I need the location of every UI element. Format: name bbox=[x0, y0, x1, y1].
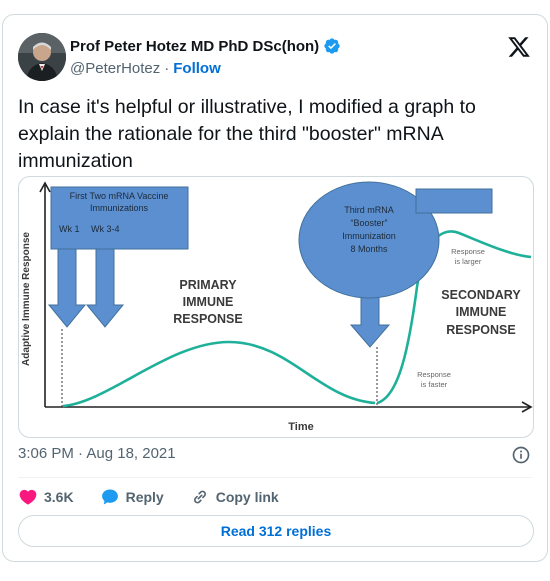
box1-wk1-label: Wk 1 bbox=[59, 224, 80, 234]
info-icon[interactable] bbox=[511, 445, 531, 465]
larger-note-line1: Response bbox=[451, 247, 485, 256]
secondary-label-line2: IMMUNE bbox=[456, 305, 507, 319]
primary-response-curve bbox=[62, 340, 376, 408]
like-button[interactable]: 3.6K bbox=[18, 487, 74, 507]
tweet-timestamp[interactable]: 3:06 PM · Aug 18, 2021 bbox=[18, 445, 176, 462]
reply-button[interactable]: Reply bbox=[100, 487, 164, 507]
circle-line3: Immunization bbox=[342, 231, 396, 241]
tweet-card: Prof Peter Hotez MD PhD DSc(hon) @PeterH… bbox=[2, 14, 548, 562]
faster-note-line2: is faster bbox=[421, 380, 448, 389]
circle-line1: Third mRNA bbox=[344, 205, 394, 215]
handle-separator: · bbox=[164, 60, 170, 77]
secondary-label-line1: SECONDARY bbox=[441, 288, 521, 302]
author-handle[interactable]: @PeterHotez bbox=[70, 60, 160, 77]
x-axis-label: Time bbox=[288, 421, 313, 433]
avatar-image bbox=[18, 33, 66, 81]
y-axis-label: Adaptive Immune Response bbox=[21, 232, 32, 366]
author-avatar[interactable] bbox=[18, 33, 66, 81]
tweet-text: In case it's helpful or illustrative, I … bbox=[18, 96, 476, 172]
box1-line1: First Two mRNA Vaccine bbox=[70, 191, 169, 201]
reply-bubble-icon bbox=[101, 489, 118, 505]
author-handle-row: @PeterHotez · Follow bbox=[70, 60, 221, 77]
circle-line4: 8 Months bbox=[350, 244, 388, 254]
box1-wk2-label: Wk 3-4 bbox=[91, 224, 120, 234]
primary-label-line2: IMMUNE bbox=[183, 295, 234, 309]
verified-badge-icon bbox=[324, 38, 340, 54]
author-name[interactable]: Prof Peter Hotez MD PhD DSc(hon) bbox=[70, 38, 319, 55]
box1-line2: Immunizations bbox=[90, 203, 149, 213]
read-replies-button[interactable]: Read 312 replies bbox=[18, 515, 534, 547]
larger-note-line2: is larger bbox=[455, 257, 482, 266]
tweet-media-graph[interactable]: Adaptive Immune Response Time First Two … bbox=[18, 176, 534, 438]
reply-label: Reply bbox=[125, 489, 164, 505]
primary-label-line1: PRIMARY bbox=[179, 278, 237, 292]
action-divider bbox=[18, 477, 532, 478]
heart-icon bbox=[19, 489, 37, 505]
immune-response-graph: Adaptive Immune Response Time First Two … bbox=[21, 181, 533, 433]
secondary-label-line3: RESPONSE bbox=[446, 323, 515, 337]
tweet-actions: 3.6K Reply Copy link bbox=[18, 484, 305, 510]
empty-label-box bbox=[415, 188, 493, 214]
likes-count: 3.6K bbox=[44, 489, 74, 505]
copy-link-button[interactable]: Copy link bbox=[190, 487, 279, 507]
x-logo-icon[interactable] bbox=[507, 35, 531, 59]
copy-link-label: Copy link bbox=[215, 489, 279, 505]
wk1-down-arrow bbox=[47, 248, 87, 328]
wk3-down-arrow bbox=[85, 248, 125, 328]
faster-note-line1: Response bbox=[417, 370, 451, 379]
author-name-row: Prof Peter Hotez MD PhD DSc(hon) bbox=[70, 37, 341, 55]
follow-button[interactable]: Follow bbox=[173, 60, 221, 77]
link-icon bbox=[193, 490, 206, 504]
circle-line2: “Booster” bbox=[350, 218, 387, 228]
primary-label-line3: RESPONSE bbox=[173, 312, 242, 326]
